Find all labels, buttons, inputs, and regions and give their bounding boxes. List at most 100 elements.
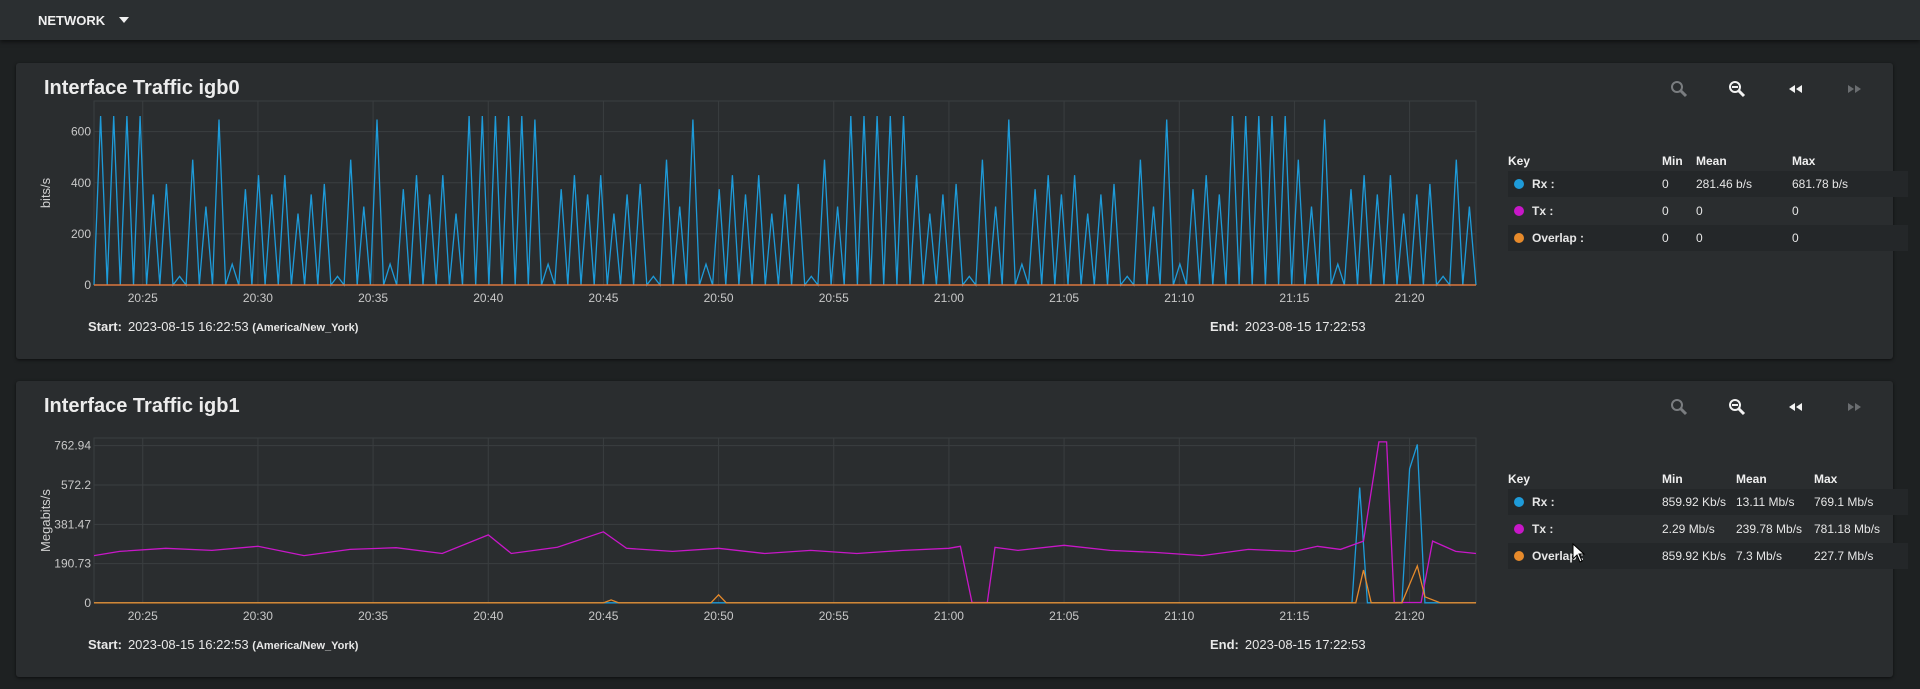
legend-row-overlap[interactable]: Overlap : 0 0 0 xyxy=(1508,225,1908,251)
start-value: 2023-08-15 16:22:53 xyxy=(127,319,249,334)
legend-row-rx[interactable]: Rx : 859.92 Kb/s 13.11 Mb/s 769.1 Mb/s xyxy=(1508,489,1908,515)
y-tick-label: 0 xyxy=(84,278,91,292)
series-line-overlap xyxy=(94,563,1476,604)
x-tick-label: 21:10 xyxy=(1164,609,1194,623)
legend-row-tx[interactable]: Tx : 2.29 Mb/s 239.78 Mb/s 781.18 Mb/s xyxy=(1508,516,1908,542)
x-tick-label: 21:15 xyxy=(1279,291,1309,305)
legend-name: Tx : xyxy=(1532,522,1554,536)
y-tick-label: 600 xyxy=(71,125,91,139)
plot-area xyxy=(93,437,1477,604)
x-tick-label: 20:25 xyxy=(128,609,158,623)
rewind-icon[interactable] xyxy=(1784,395,1808,419)
series-line-rx xyxy=(93,115,1477,287)
rewind-icon[interactable] xyxy=(1784,77,1808,101)
x-tick-label: 21:20 xyxy=(1395,291,1425,305)
start-label: Start: xyxy=(88,637,122,652)
legend-min: 859.92 Kb/s xyxy=(1662,495,1727,509)
legend-header-max: Max xyxy=(1814,472,1838,486)
legend-header-max: Max xyxy=(1792,154,1816,168)
legend-max: 769.1 Mb/s xyxy=(1814,495,1874,509)
traffic-chart-igb1[interactable]: 20:25 20:30 20:35 20:40 20:45 20:50 20:55 21:00… xyxy=(16,381,1506,631)
legend-max: 227.7 Mb/s xyxy=(1814,549,1874,563)
legend-mean: 7.3 Mb/s xyxy=(1736,549,1783,563)
x-tick-label: 21:00 xyxy=(934,291,964,305)
y-axis-label: Megabits/s xyxy=(38,489,53,552)
chart-legend: Key Min Mean Max Rx : 859.92 Kb/s 13.11 … xyxy=(1508,469,1908,570)
legend-mean: 13.11 Mb/s xyxy=(1736,495,1795,509)
legend-row-tx[interactable]: Tx : 0 0 0 xyxy=(1508,198,1908,224)
x-tick-label: 20:45 xyxy=(588,609,618,623)
legend-min: 0 xyxy=(1662,204,1669,218)
legend-min: 0 xyxy=(1662,231,1669,245)
x-tick-label: 20:55 xyxy=(819,609,849,623)
top-bar: NETWORK xyxy=(0,0,1920,40)
legend-name: Overlap : xyxy=(1532,231,1585,245)
legend-max: 781.18 Mb/s xyxy=(1814,522,1881,536)
legend-row-rx[interactable]: Rx : 0 281.46 b/s 681.78 b/s xyxy=(1508,171,1908,197)
legend-header-key: Key xyxy=(1508,154,1531,168)
start-label: Start: xyxy=(88,319,122,334)
chart-legend: Key Min Mean Max Rx : 0 281.46 b/s 681.7… xyxy=(1508,151,1908,252)
fast-forward-icon[interactable] xyxy=(1842,77,1866,101)
y-tick-label: 0 xyxy=(84,596,91,610)
x-tick-label: 20:25 xyxy=(128,291,158,305)
legend-header-mean: Mean xyxy=(1696,154,1727,168)
legend-min: 0 xyxy=(1662,177,1669,191)
x-tick-label: 20:30 xyxy=(243,291,273,305)
x-tick-label: 21:20 xyxy=(1395,609,1425,623)
x-tick-label: 20:40 xyxy=(473,291,503,305)
y-tick-label: 762.94 xyxy=(54,439,91,453)
legend-name: Rx : xyxy=(1532,495,1555,509)
legend-header-key: Key xyxy=(1508,472,1531,486)
legend-mean: 239.78 Mb/s xyxy=(1736,522,1803,536)
legend-header-mean: Mean xyxy=(1736,472,1767,486)
traffic-panel-igb0: Interface Traffic igb0 20:25 20:30 20:35 20… xyxy=(16,63,1908,359)
legend-name: Rx : xyxy=(1532,177,1555,191)
traffic-panel-igb1: Interface Traffic igb1 20:25 20:30 20:35 20… xyxy=(16,381,1908,677)
zoom-in-icon[interactable] xyxy=(1667,77,1691,101)
network-menu-button[interactable]: NETWORK xyxy=(38,13,130,28)
x-tick-label: 21:05 xyxy=(1049,291,1079,305)
mouse-pointer-icon xyxy=(1572,543,1586,563)
legend-header-min: Min xyxy=(1662,472,1683,486)
chart-toolbar xyxy=(1633,395,1893,421)
legend-header: Key Min Mean Max xyxy=(1508,469,1908,489)
traffic-chart-igb0[interactable]: 20:25 20:30 20:35 20:40 20:45 20:50 20:55 21:00… xyxy=(16,63,1506,313)
start-timezone: (America/New_York) xyxy=(252,640,359,652)
fast-forward-icon[interactable] xyxy=(1842,395,1866,419)
x-tick-label: 20:45 xyxy=(588,291,618,305)
overlap-color-dot xyxy=(1514,551,1524,561)
x-tick-label: 20:50 xyxy=(704,609,734,623)
x-tick-label: 20:35 xyxy=(358,291,388,305)
rx-color-dot xyxy=(1514,179,1524,189)
x-tick-label: 20:35 xyxy=(358,609,388,623)
legend-max: 0 xyxy=(1792,204,1799,218)
legend-min: 2.29 Mb/s xyxy=(1662,522,1715,536)
series-line-tx xyxy=(93,441,1477,604)
x-tick-label: 21:05 xyxy=(1049,609,1079,623)
zoom-out-icon[interactable] xyxy=(1725,77,1749,101)
zoom-in-icon[interactable] xyxy=(1667,395,1691,419)
legend-mean: 0 xyxy=(1696,204,1703,218)
legend-mean: 0 xyxy=(1696,231,1703,245)
legend-max: 0 xyxy=(1792,231,1799,245)
legend-header-min: Min xyxy=(1662,154,1683,168)
end-label: End: xyxy=(1210,637,1239,652)
y-tick-label: 190.73 xyxy=(54,557,91,571)
x-tick-label: 21:00 xyxy=(934,609,964,623)
tx-color-dot xyxy=(1514,206,1524,216)
chart-start-time: Start: 2023-08-15 16:22:53 (America/New_Y… xyxy=(88,319,358,334)
y-tick-label: 400 xyxy=(71,176,91,190)
start-value: 2023-08-15 16:22:53 xyxy=(127,637,249,652)
zoom-out-icon[interactable] xyxy=(1725,395,1749,419)
legend-max: 681.78 b/s xyxy=(1792,177,1849,191)
start-timezone: (America/New_York) xyxy=(252,322,359,334)
x-tick-label: 20:55 xyxy=(819,291,849,305)
x-tick-label: 21:10 xyxy=(1164,291,1194,305)
y-tick-label: 200 xyxy=(71,227,91,241)
legend-row-overlap[interactable]: Overlap : 859.92 Kb/s 7.3 Mb/s 227.7 Mb/… xyxy=(1508,543,1908,569)
chart-toolbar xyxy=(1633,77,1893,103)
x-tick-label: 20:30 xyxy=(243,609,273,623)
y-tick-label: 572.2 xyxy=(61,478,91,492)
x-tick-label: 20:40 xyxy=(473,609,503,623)
